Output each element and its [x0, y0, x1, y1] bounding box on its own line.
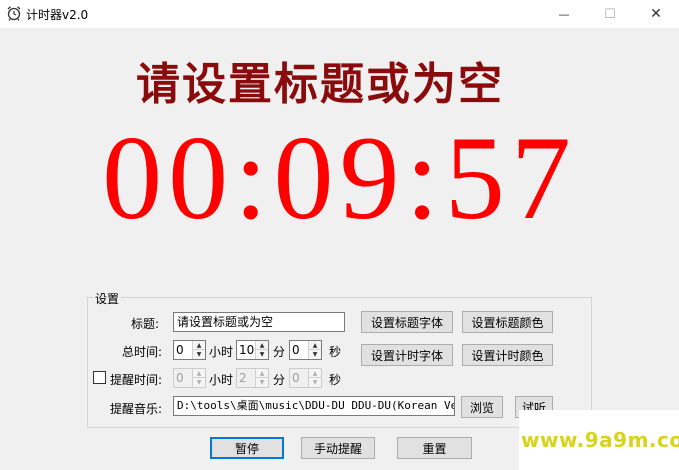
- minutes-down-icon[interactable]: ▼: [256, 350, 268, 359]
- remind-hours-unit: 小时: [209, 373, 234, 387]
- maximize-button[interactable]: ☐: [587, 0, 633, 28]
- hours-unit: 小时: [209, 345, 234, 359]
- title-input[interactable]: 请设置标题或为空: [173, 312, 345, 332]
- set-timer-font-button[interactable]: 设置计时字体: [361, 344, 453, 366]
- alarm-clock-icon: [7, 6, 21, 21]
- music-path-input[interactable]: D:\tools\桌面\music\DDU-DU DDU-DU(Korean V…: [173, 396, 455, 416]
- close-button[interactable]: ✕: [633, 0, 679, 28]
- remind-hours-stepper[interactable]: 0 ▲ ▼: [173, 368, 206, 388]
- minutes-stepper-arrows: ▲ ▼: [255, 341, 268, 359]
- remind-minutes-down-icon[interactable]: ▼: [256, 378, 268, 387]
- minutes-unit: 分: [273, 345, 286, 359]
- remind-minutes-up-icon[interactable]: ▲: [256, 369, 268, 378]
- remind-minutes-unit: 分: [273, 373, 286, 387]
- remind-seconds-unit: 秒: [329, 373, 342, 387]
- minutes-value: 10: [239, 343, 255, 357]
- minimize-button[interactable]: —: [541, 0, 587, 28]
- set-timer-color-button[interactable]: 设置计时颜色: [462, 344, 553, 366]
- hours-stepper-arrows: ▲ ▼: [192, 341, 205, 359]
- settings-group-label: 设置: [93, 290, 122, 307]
- hours-up-icon[interactable]: ▲: [193, 341, 205, 350]
- seconds-value: 0: [292, 343, 300, 357]
- display-title: 请设置标题或为空: [136, 59, 504, 110]
- watermark-text: www.9a9m.com: [521, 428, 679, 452]
- set-title-color-button[interactable]: 设置标题颜色: [462, 311, 553, 333]
- title-bar: 计时器v2.0 — ☐ ✕: [0, 0, 679, 28]
- seconds-stepper-arrows: ▲ ▼: [308, 341, 321, 359]
- maximize-icon: ☐: [604, 6, 616, 22]
- set-title-font-button[interactable]: 设置标题字体: [361, 311, 453, 333]
- remind-seconds-stepper-arrows: ▲ ▼: [308, 369, 321, 387]
- reset-button[interactable]: 重置: [397, 437, 472, 459]
- seconds-down-icon[interactable]: ▼: [309, 350, 321, 359]
- window-title: 计时器v2.0: [26, 8, 89, 22]
- remind-seconds-stepper[interactable]: 0 ▲ ▼: [289, 368, 322, 388]
- remind-minutes-stepper[interactable]: 2 ▲ ▼: [236, 368, 269, 388]
- manual-remind-button[interactable]: 手动提醒: [301, 437, 375, 459]
- seconds-up-icon[interactable]: ▲: [309, 341, 321, 350]
- title-label: 标题:: [131, 317, 160, 331]
- remind-hours-value: 0: [176, 371, 184, 385]
- remind-hours-stepper-arrows: ▲ ▼: [192, 369, 205, 387]
- remind-hours-down-icon[interactable]: ▼: [193, 378, 205, 387]
- remind-minutes-stepper-arrows: ▲ ▼: [255, 369, 268, 387]
- remind-seconds-up-icon[interactable]: ▲: [309, 369, 321, 378]
- remind-time-checkbox[interactable]: [93, 371, 106, 384]
- remind-music-label: 提醒音乐:: [110, 402, 163, 416]
- remind-minutes-value: 2: [239, 371, 247, 385]
- minutes-stepper[interactable]: 10 ▲ ▼: [236, 340, 269, 360]
- countdown-display: 00:09:57: [102, 111, 577, 244]
- seconds-stepper[interactable]: 0 ▲ ▼: [289, 340, 322, 360]
- remind-seconds-down-icon[interactable]: ▼: [309, 378, 321, 387]
- hours-stepper[interactable]: 0 ▲ ▼: [173, 340, 206, 360]
- remind-time-label: 提醒时间:: [110, 373, 163, 387]
- seconds-unit: 秒: [329, 345, 342, 359]
- hours-value: 0: [176, 343, 184, 357]
- total-time-label: 总时间:: [122, 345, 163, 359]
- browse-button[interactable]: 浏览: [461, 396, 503, 418]
- close-icon: ✕: [650, 6, 662, 22]
- hours-down-icon[interactable]: ▼: [193, 350, 205, 359]
- pause-button[interactable]: 暂停: [210, 437, 284, 459]
- remind-seconds-value: 0: [292, 371, 300, 385]
- remind-hours-up-icon[interactable]: ▲: [193, 369, 205, 378]
- minutes-up-icon[interactable]: ▲: [256, 341, 268, 350]
- minimize-icon: —: [558, 7, 570, 21]
